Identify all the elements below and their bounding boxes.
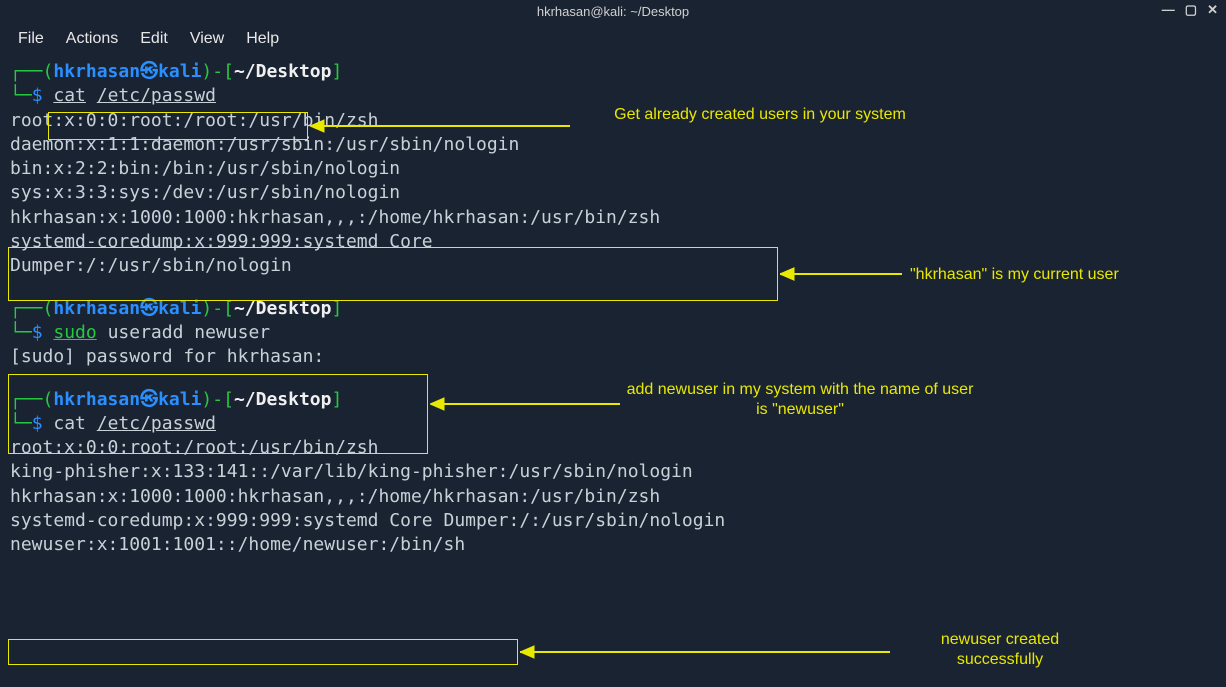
terminal[interactable]: ┌──(hkrhasan㉿kali)-[~/Desktop] └─$ cat /… bbox=[0, 60, 1226, 558]
skull-icon: ㉿ bbox=[140, 389, 158, 410]
skull-icon: ㉿ bbox=[140, 298, 158, 319]
menu-file[interactable]: File bbox=[18, 30, 44, 48]
output-line: root:x:0:0:root:/root:/usr/bin/zsh bbox=[10, 109, 1216, 133]
window-title: hkrhasan@kali: ~/Desktop bbox=[537, 4, 689, 19]
output-line: hkrhasan:x:1000:1000:hkrhasan,,,:/home/h… bbox=[10, 485, 1216, 509]
annotation-4: newuser created successfully bbox=[900, 630, 1100, 670]
command-line-2: └─$ sudo useradd newuser bbox=[10, 321, 1216, 345]
output-line: systemd-coredump:x:999:999:systemd Core … bbox=[10, 509, 1216, 533]
output-line: daemon:x:1:1:daemon:/usr/sbin:/usr/sbin/… bbox=[10, 133, 1216, 157]
sudo-password-prompt: [sudo] password for hkrhasan: bbox=[10, 345, 1216, 369]
minimize-icon[interactable]: — bbox=[1162, 2, 1175, 18]
prompt-path: ~/Desktop bbox=[234, 61, 332, 82]
close-icon[interactable]: ✕ bbox=[1207, 2, 1218, 18]
window-controls: — ▢ ✕ bbox=[1162, 2, 1218, 18]
command-line-1: └─$ cat /etc/passwd bbox=[10, 84, 1216, 108]
highlight-box-newuser bbox=[8, 639, 518, 665]
maximize-icon[interactable]: ▢ bbox=[1185, 2, 1197, 18]
menu-help[interactable]: Help bbox=[246, 30, 279, 48]
output-highlight-user: hkrhasan:x:1000:1000:hkrhasan,,,:/home/h… bbox=[10, 206, 770, 230]
menu-edit[interactable]: Edit bbox=[140, 30, 168, 48]
output-line: root:x:0:0:root:/root:/usr/bin/zsh bbox=[10, 436, 1216, 460]
output-line: king-phisher:x:133:141::/var/lib/king-ph… bbox=[10, 460, 1216, 484]
prompt-line: ┌──(hkrhasan㉿kali)-[~/Desktop] bbox=[10, 60, 1216, 84]
prompt-line: ┌──(hkrhasan㉿kali)-[~/Desktop] bbox=[10, 297, 1216, 321]
menu-actions[interactable]: Actions bbox=[66, 30, 118, 48]
arrow-4 bbox=[520, 644, 900, 664]
output-line: sys:x:3:3:sys:/dev:/usr/sbin/nologin bbox=[10, 181, 1216, 205]
prompt-user: hkrhasan bbox=[53, 61, 140, 82]
prompt-host: kali bbox=[158, 61, 201, 82]
command-line-3: └─$ cat /etc/passwd bbox=[10, 412, 1216, 436]
menubar: File Actions Edit View Help bbox=[0, 22, 1226, 60]
menu-view[interactable]: View bbox=[190, 30, 224, 48]
output-line: bin:x:2:2:bin:/bin:/usr/sbin/nologin bbox=[10, 157, 1216, 181]
skull-icon: ㉿ bbox=[140, 61, 158, 82]
output-line: systemd-coredump:x:999:999:systemd Core … bbox=[10, 230, 670, 279]
prompt-line: ┌──(hkrhasan㉿kali)-[~/Desktop] bbox=[10, 388, 1216, 412]
output-highlight-newuser: newuser:x:1001:1001::/home/newuser:/bin/… bbox=[10, 533, 1216, 557]
window-titlebar: hkrhasan@kali: ~/Desktop — ▢ ✕ bbox=[0, 0, 1226, 22]
